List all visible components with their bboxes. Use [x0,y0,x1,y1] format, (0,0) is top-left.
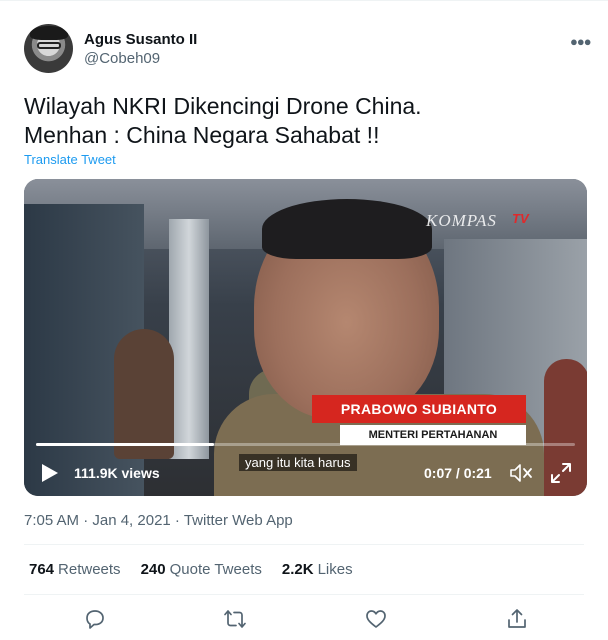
mute-icon[interactable] [509,462,533,484]
tweet-text: Wilayah NKRI Dikencingi Drone China. Men… [24,93,422,148]
share-icon[interactable] [505,607,529,631]
translate-tweet-link[interactable]: Translate Tweet [24,152,116,167]
tweet: Agus Susanto II @Cobeh09 ●●● Wilayah NKR… [0,0,608,640]
display-name[interactable]: Agus Susanto II [84,31,197,48]
retweets-label: Retweets [58,561,121,578]
likes-stat[interactable]: 2.2K Likes [282,561,353,578]
avatar-hair [30,26,68,40]
divider [24,594,584,595]
reply-icon[interactable] [83,607,107,631]
quote-tweets-count: 240 [140,561,166,578]
tweet-timestamp[interactable]: 7:05 AM · Jan 4, 2021 · Twitter Web App [24,512,293,529]
channel-logo-suffix: TV [512,211,529,226]
video-player[interactable]: KOMPAS TV PRABOWO SUBIANTO MENTERI PERTA… [24,179,587,496]
retweets-stat[interactable]: 764 Retweets [29,561,121,578]
avatar-glasses [37,42,61,49]
video-caption: yang itu kita harus [239,454,357,471]
avatar[interactable] [24,24,73,73]
user-handle[interactable]: @Cobeh09 [84,50,160,67]
engagement-stats: 764 Retweets 240 Quote Tweets 2.2K Likes [29,561,373,578]
likes-count: 2.2K [281,561,314,578]
video-time: 0:07 / 0:21 [424,465,492,481]
likes-label: Likes [317,561,353,578]
quote-tweets-label: Quote Tweets [169,561,262,578]
video-progress-fill [36,443,214,446]
video-scene-pillar [169,219,209,459]
like-icon[interactable] [364,607,388,631]
quote-tweets-stat[interactable]: 240 Quote Tweets [141,561,262,578]
lower-third-title: MENTERI PERTAHANAN [340,425,526,445]
retweet-icon[interactable] [223,607,247,631]
video-speaker-hair [262,199,432,259]
video-progress-bar[interactable] [36,443,575,446]
video-background-person [114,329,174,459]
fullscreen-icon[interactable] [550,462,572,484]
play-icon[interactable] [41,463,59,483]
view-count: 111.9K views [74,465,160,481]
retweets-count: 764 [29,561,55,578]
channel-logo: KOMPAS [426,211,497,230]
lower-third-name: PRABOWO SUBIANTO [312,395,526,423]
divider [24,544,584,545]
more-horizontal-icon[interactable]: ●●● [570,34,592,49]
